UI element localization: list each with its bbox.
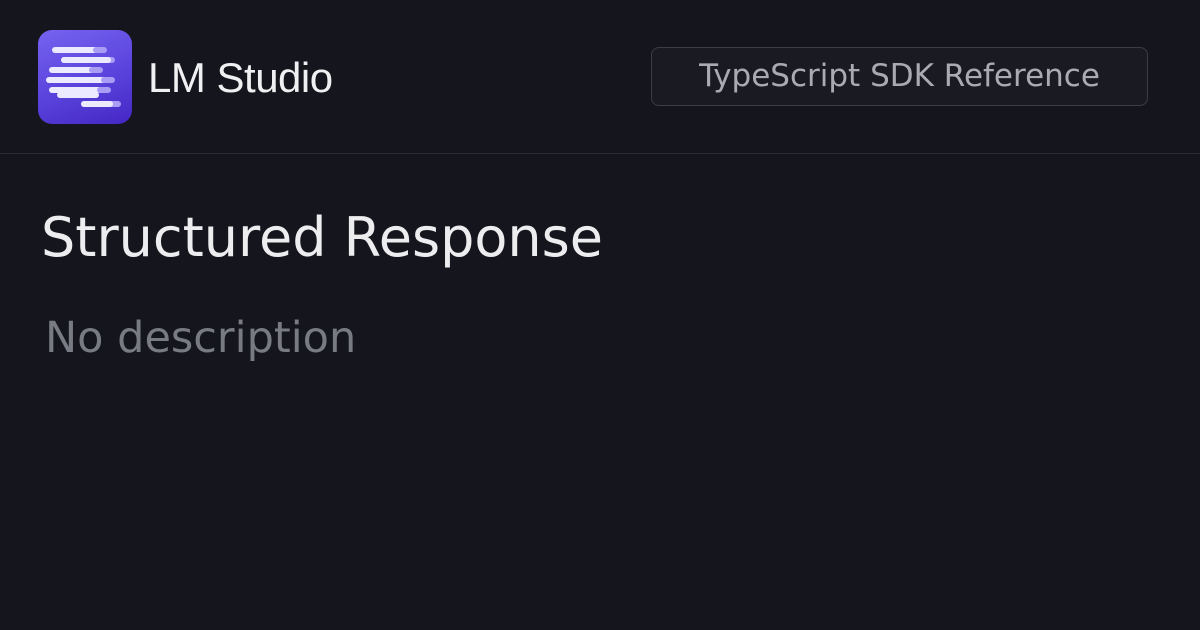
lm-studio-logo-icon[interactable]	[38, 30, 132, 124]
brand-name[interactable]: LM Studio	[148, 54, 333, 102]
logo-bars-graphic	[46, 47, 121, 107]
page: LM Studio TypeScript SDK Reference Struc…	[0, 0, 1200, 630]
page-title: Structured Response	[41, 206, 603, 269]
header: LM Studio TypeScript SDK Reference	[0, 0, 1200, 154]
section-badge[interactable]: TypeScript SDK Reference	[651, 47, 1148, 106]
page-description: No description	[45, 313, 357, 363]
